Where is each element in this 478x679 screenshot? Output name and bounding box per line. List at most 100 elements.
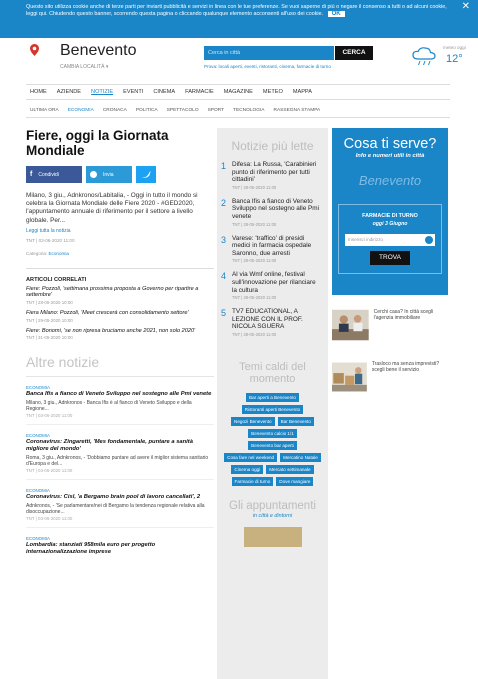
topic-tag[interactable]: Cinema oggi — [231, 464, 264, 474]
popular-title[interactable]: Banca Ifis a fianco di Veneto Sviluppo n… — [232, 198, 322, 221]
topic-tag[interactable]: Benevento bar aperti — [248, 440, 297, 450]
news-category[interactable]: ECONOMIA — [26, 536, 214, 541]
nav-item-home[interactable]: HOME — [30, 89, 47, 95]
promo-item[interactable]: Trasloco ma senza imprevisti? scegli ben… — [332, 355, 448, 399]
location-pin-icon — [30, 44, 39, 56]
promo-text[interactable]: Cerchi casa? In città scegli l'agenzia i… — [374, 303, 448, 347]
promo-item[interactable]: Cerchi casa? In città scegli l'agenzia i… — [332, 303, 448, 347]
popular-rank: 3 — [221, 234, 227, 245]
popular-rank: 4 — [221, 271, 227, 282]
other-news-heading: Altre notizie — [26, 354, 214, 378]
search-hint: Prova: locali aperti, eventi, ristoranti… — [204, 64, 331, 69]
popular-item[interactable]: 4 Al via Wmf online, festival sull'innov… — [221, 271, 322, 300]
news-category[interactable]: ECONOMIA — [26, 385, 214, 390]
popular-item[interactable]: 1 Difesa: La Russa, 'Carabinieri punto d… — [221, 161, 322, 190]
subnav-item-ultima-ora[interactable]: ULTIMA ORA — [30, 108, 59, 113]
news-category[interactable]: ECONOMIA — [26, 488, 214, 493]
read-more-link[interactable]: Leggi tutta la notizia — [26, 228, 214, 234]
article-body: Milano, 3 giu., Adnkronos/Labitalia, - O… — [26, 192, 198, 224]
search-button[interactable]: CERCA — [335, 46, 373, 60]
share-telegram-button[interactable]: Invia — [86, 166, 132, 183]
locate-icon[interactable] — [425, 236, 433, 244]
promo-text[interactable]: Trasloco ma senza imprevisti? scegli ben… — [372, 355, 448, 399]
popular-meta: TNT | 28-05-2020 11:00 — [232, 221, 277, 227]
close-icon[interactable]: ✕ — [462, 2, 470, 11]
subnav-item-economia[interactable]: ECONOMIA — [68, 108, 94, 113]
nav-item-farmacie[interactable]: FARMACIE — [185, 89, 214, 95]
topic-tag[interactable]: Cosa fare nel weekend — [224, 452, 278, 462]
nav-item-cinema[interactable]: CINEMA — [153, 89, 175, 95]
news-meta: TNT | 03-06-2020 11:00 — [26, 413, 73, 419]
cookie-ok-button[interactable]: OK — [327, 10, 345, 18]
topic-tag[interactable]: Bar aperti a Benevento — [246, 392, 299, 402]
topic-tag[interactable]: Mercato settimanale — [266, 464, 314, 474]
cookie-banner: Questo sito utilizza cookie anche di ter… — [0, 0, 478, 38]
address-placeholder: Inserisci indirizzo — [348, 237, 383, 242]
address-input[interactable]: Inserisci indirizzo — [345, 234, 435, 246]
temperature[interactable]: 12° — [446, 53, 463, 65]
popular-title[interactable]: Varese: 'traffico' di presidi medici in … — [232, 235, 322, 258]
related-title[interactable]: Fiere: Pozzoli, 'settimana prossima prop… — [26, 286, 214, 299]
related-title[interactable]: Fiera Milano: Pozzoli, 'Meet crescerà co… — [26, 310, 214, 317]
subnav-item-sport[interactable]: SPORT — [208, 108, 224, 113]
divider — [26, 267, 214, 269]
subnav-item-cronaca[interactable]: CRONACA — [103, 108, 127, 113]
nav-item-mappa[interactable]: MAPPA — [293, 89, 312, 95]
related-title[interactable]: Fiere: Bonomi, 'se non ripresa bruciamo … — [26, 328, 214, 335]
share-facebook-label: Condividi — [38, 171, 59, 178]
popular-title[interactable]: Al via Wmf online, festival sull'innovaz… — [232, 271, 322, 294]
nav-item-aziende[interactable]: AZIENDE — [57, 89, 81, 95]
nav-item-eventi[interactable]: EVENTI — [123, 89, 143, 95]
related-meta: TNT | 29-05-2020 10:00 — [26, 317, 73, 323]
popular-item[interactable]: 3 Varese: 'traffico' di presidi medici i… — [221, 235, 322, 264]
related-item[interactable]: Fiere: Bonomi, 'se non ripresa bruciamo … — [26, 328, 214, 341]
related-item[interactable]: Fiera Milano: Pozzoli, 'Meet crescerà co… — [26, 310, 214, 323]
popular-title[interactable]: Difesa: La Russa, 'Carabinieri punto di … — [232, 161, 322, 184]
popular-item[interactable]: 5 TV7 EDUCATIONAL, A LEZIONE CON IL PROF… — [221, 308, 322, 337]
share-facebook-button[interactable]: f Condividi — [26, 166, 82, 183]
main-article-column: Fiere, oggi la Giornata Mondiale f Condi… — [26, 128, 214, 562]
nav-item-notizie[interactable]: NOTIZIE — [91, 89, 113, 95]
services-box: Cosa ti serve? Info e numeri utili in ci… — [332, 128, 448, 295]
category-link[interactable]: Economia — [48, 251, 68, 256]
related-item[interactable]: Fiere: Pozzoli, 'settimana prossima prop… — [26, 286, 214, 305]
services-title: Cosa ti serve? — [343, 136, 437, 152]
pharmacy-date: oggi 3 Giugno — [372, 221, 408, 227]
category-label: Categoria: — [26, 250, 48, 256]
nav-item-magazine[interactable]: MAGAZINE — [224, 89, 253, 95]
news-title[interactable]: Coronavirus: Zingaretti, 'Mes fondamenta… — [26, 439, 214, 453]
subnav-item-tecnologia[interactable]: TECNOLOGIA — [233, 108, 264, 113]
search-input[interactable]: Cerca in città — [204, 46, 334, 60]
popular-title[interactable]: TV7 EDUCATIONAL, A LEZIONE CON IL PROF. … — [232, 308, 322, 331]
topic-tag[interactable]: Ristoranti aperti Benevento — [241, 404, 304, 414]
topic-tag[interactable]: Farmacie di turno — [231, 476, 274, 486]
nav-item-meteo[interactable]: METEO — [263, 89, 283, 95]
share-twitter-button[interactable] — [136, 166, 156, 183]
subnav-item-spettacolo[interactable]: SPETTACOLO — [167, 108, 199, 113]
topic-tag[interactable]: Benevento calcio 1/1 — [248, 428, 297, 438]
change-city-link[interactable]: CAMBIA LOCALITÀ ▾ — [60, 64, 108, 70]
appointment-thumbnail[interactable] — [243, 526, 302, 547]
city-name[interactable]: Benevento — [60, 42, 137, 60]
news-item[interactable]: ECONOMIA Lombardia: stanziati 958mila eu… — [26, 536, 214, 562]
telegram-icon — [90, 171, 97, 178]
news-title[interactable]: Lombardia: stanziati 958mila euro per pr… — [26, 542, 214, 556]
news-item[interactable]: ECONOMIA Coronavirus: Cisl, 'a Bergamo b… — [26, 488, 214, 529]
news-item[interactable]: ECONOMIA Banca Ifis a fianco di Veneto S… — [26, 385, 214, 426]
news-title[interactable]: Coronavirus: Cisl, 'a Bergamo brain pool… — [26, 494, 214, 501]
news-category[interactable]: ECONOMIA — [26, 433, 214, 438]
topic-tag[interactable]: Dove mangiare — [276, 476, 314, 486]
article-title: Fiere, oggi la Giornata Mondiale — [26, 128, 169, 158]
related-meta: TNT | 28-05-2020 10:00 — [26, 300, 73, 305]
subnav-item-rassegna-stampa[interactable]: RASSEGNA STAMPA — [274, 108, 321, 113]
promo-image — [332, 309, 369, 341]
topic-tag[interactable]: Bar Benevento — [277, 416, 314, 426]
popular-item[interactable]: 2 Banca Ifis a fianco di Veneto Sviluppo… — [221, 198, 322, 227]
news-title[interactable]: Banca Ifis a fianco di Veneto Sviluppo n… — [26, 391, 214, 398]
news-item[interactable]: ECONOMIA Coronavirus: Zingaretti, 'Mes f… — [26, 433, 214, 481]
subnav-item-politica[interactable]: POLITICA — [136, 108, 158, 113]
topic-tag[interactable]: Negozi Benevento — [231, 416, 275, 426]
popular-rank: 2 — [221, 197, 227, 208]
topic-tag[interactable]: Mercatino Natale — [280, 452, 321, 462]
find-pharmacy-button[interactable]: TROVA — [370, 251, 410, 265]
